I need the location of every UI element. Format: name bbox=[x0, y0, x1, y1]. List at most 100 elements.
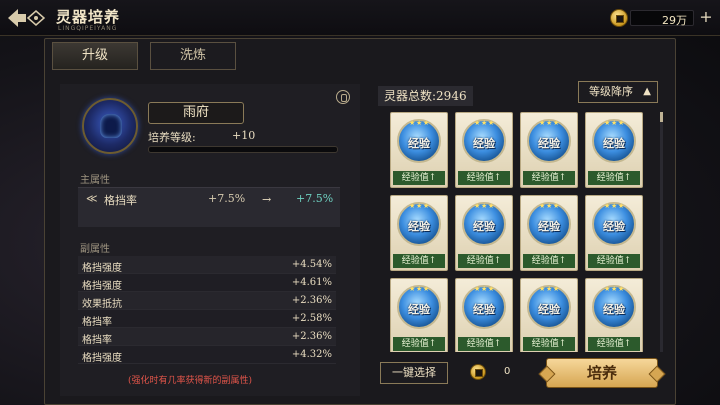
lock-icon[interactable] bbox=[336, 90, 350, 104]
attr-icon: ≪ bbox=[86, 192, 98, 205]
star-icon: ★ bbox=[481, 202, 488, 210]
star-icon: ★ bbox=[423, 202, 430, 210]
level-progress-bar bbox=[148, 146, 338, 153]
main-attr-row: ≪ 格挡率 +7.5% → +7.5% bbox=[78, 187, 340, 227]
star-icon: ★ bbox=[546, 119, 553, 127]
star-icon: ★ bbox=[474, 202, 481, 210]
star-icon: ★ bbox=[539, 285, 546, 293]
sub-attr-value: +2.36% bbox=[291, 331, 332, 342]
currency-value: 29万 bbox=[662, 14, 687, 27]
arrow-right-icon: → bbox=[262, 193, 272, 206]
sub-attr-name: 格挡强度 bbox=[82, 263, 122, 274]
card-label: 经验值↑ bbox=[393, 337, 445, 351]
sub-attr-value: +4.54% bbox=[291, 259, 332, 270]
star-icon: ★ bbox=[409, 202, 416, 210]
card-label: 经验值↑ bbox=[523, 254, 575, 268]
sub-attr-label: 副属性 bbox=[80, 244, 110, 255]
back-button[interactable] bbox=[6, 6, 46, 30]
star-icon: ★ bbox=[611, 285, 618, 293]
star-icon: ★ bbox=[553, 285, 560, 293]
artifact-portrait bbox=[82, 98, 138, 154]
card-label: 经验值↑ bbox=[458, 171, 510, 185]
sub-attr-name: 格挡率 bbox=[82, 317, 112, 328]
sub-attr-value: +4.61% bbox=[291, 277, 332, 288]
tab-refine[interactable]: 洗炼 bbox=[150, 42, 236, 70]
star-icon: ★ bbox=[416, 119, 423, 127]
sub-attr-name: 格挡强度 bbox=[82, 281, 122, 292]
exp-orb-icon: ★ ★ ★ 经验 bbox=[592, 285, 636, 329]
material-card[interactable]: ★ ★ ★ 经验 经验值↑ bbox=[520, 195, 578, 271]
cultivate-button[interactable]: 培养 bbox=[546, 358, 658, 388]
star-icon: ★ bbox=[611, 202, 618, 210]
main-attr-next: +7.5% bbox=[296, 192, 334, 205]
material-card[interactable]: ★ ★ ★ 经验 经验值↑ bbox=[455, 278, 513, 352]
material-card[interactable]: ★ ★ ★ 经验 经验值↑ bbox=[585, 195, 643, 271]
material-card[interactable]: ★ ★ ★ 经验经验值↑ bbox=[585, 278, 643, 352]
coin-icon bbox=[610, 9, 628, 27]
star-icon: ★ bbox=[618, 119, 625, 127]
sub-attr-list: 格挡强度 +4.54% 格挡强度 +4.61% 效果抵抗 +2.36% 格挡率 +2.5… bbox=[78, 256, 336, 364]
star-icon: ★ bbox=[539, 119, 546, 127]
main-attr-label: 主属性 bbox=[80, 175, 110, 186]
page-title: 灵器培养 bbox=[56, 8, 121, 26]
exp-orb-icon: ★ ★ ★ 经验 bbox=[462, 119, 506, 163]
star-icon: ★ bbox=[618, 285, 625, 293]
material-card[interactable]: ★ ★ ★ 经验 经验值↑ bbox=[585, 112, 643, 188]
material-card[interactable]: ★ ★ ★ 经验 经验值↑ bbox=[390, 278, 448, 352]
star-icon: ★ bbox=[604, 119, 611, 127]
sort-arrow-icon: ▲ bbox=[643, 86, 651, 97]
material-card[interactable]: ★ ★ ★ 经验 经验值↑ bbox=[520, 112, 578, 188]
star-icon: ★ bbox=[416, 285, 423, 293]
card-title: 经验 bbox=[408, 303, 430, 316]
sub-attr-row: 格挡率 +2.36% bbox=[78, 328, 336, 346]
artifact-name: 雨府 bbox=[148, 102, 244, 124]
card-title: 经验 bbox=[603, 137, 625, 150]
material-card[interactable]: ★ ★ ★ 经验 经验值↑ bbox=[455, 112, 513, 188]
material-card[interactable]: ★ ★ ★ 经验 经验值↑ bbox=[455, 195, 513, 271]
star-icon: ★ bbox=[553, 119, 560, 127]
card-title: 经验 bbox=[473, 137, 495, 150]
sub-attr-name: 格挡强度 bbox=[82, 353, 122, 364]
total-count: 灵器总数:2946 bbox=[378, 86, 473, 106]
tab-upgrade[interactable]: 升级 bbox=[52, 42, 138, 70]
star-icon: ★ bbox=[546, 202, 553, 210]
material-card[interactable]: ★ ★ ★ 经验 经验值↑ bbox=[520, 278, 578, 352]
card-label: 经验值↑ bbox=[523, 337, 575, 351]
sort-button[interactable]: 等级降序 ▲ bbox=[578, 81, 658, 103]
scrollbar-thumb[interactable] bbox=[660, 112, 663, 122]
star-icon: ★ bbox=[481, 119, 488, 127]
sub-attr-value: +2.58% bbox=[291, 313, 332, 324]
card-title: 经验 bbox=[538, 220, 560, 233]
artifact-image bbox=[100, 114, 122, 138]
star-icon: ★ bbox=[409, 119, 416, 127]
card-title: 经验 bbox=[408, 137, 430, 150]
card-label: 经验值↑ bbox=[588, 337, 640, 351]
top-bar: 灵器培养 LINGQIPEIYANG 29万 + bbox=[0, 0, 720, 36]
card-title: 经验 bbox=[408, 220, 430, 233]
coin-icon bbox=[470, 364, 486, 380]
exp-orb-icon: ★ ★ ★ 经验 bbox=[527, 285, 571, 329]
sub-attr-row: 效果抵抗 +2.36% bbox=[78, 292, 336, 310]
main-attr-name: 格挡率 bbox=[104, 194, 137, 207]
sub-attr-value: +2.36% bbox=[291, 295, 332, 306]
card-label: 经验值↑ bbox=[523, 171, 575, 185]
level-value: +10 bbox=[232, 129, 256, 142]
add-currency-button[interactable]: + bbox=[698, 9, 714, 26]
cultivate-cost: 0 bbox=[504, 366, 511, 377]
sub-attr-name: 格挡率 bbox=[82, 335, 112, 346]
star-icon: ★ bbox=[604, 202, 611, 210]
scrollbar[interactable] bbox=[660, 112, 663, 352]
back-arrow-icon bbox=[8, 9, 46, 27]
currency-display: 29万 + bbox=[610, 8, 714, 28]
star-icon: ★ bbox=[488, 202, 495, 210]
star-icon: ★ bbox=[474, 285, 481, 293]
card-title: 经验 bbox=[538, 137, 560, 150]
material-grid: ★ ★ ★ 经验 经验值↑ ★ ★ ★ 经验 经验值↑ ★ ★ ★ 经验 经验值↑ ★ ★ ★ 经验 经验值↑ ★ ★ ★ 经… bbox=[390, 112, 652, 352]
exp-orb-icon: ★ ★ ★ 经验 bbox=[397, 285, 441, 329]
star-icon: ★ bbox=[604, 285, 611, 293]
card-label: 经验值↑ bbox=[588, 171, 640, 185]
material-card[interactable]: ★ ★ ★ 经验 经验值↑ bbox=[390, 112, 448, 188]
main-attr-current: +7.5% bbox=[208, 192, 246, 205]
one-key-select-button[interactable]: 一键选择 bbox=[380, 362, 448, 384]
material-card[interactable]: ★ ★ ★ 经验 经验值↑ bbox=[390, 195, 448, 271]
